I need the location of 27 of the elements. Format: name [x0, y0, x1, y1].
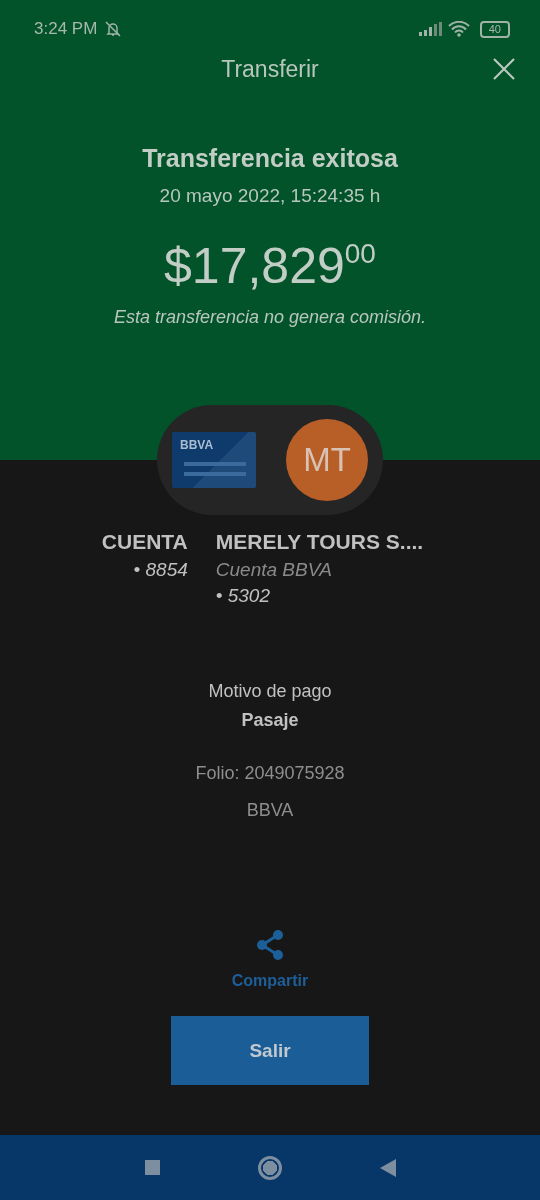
- share-icon[interactable]: [255, 929, 285, 961]
- signal-icon: [417, 22, 442, 36]
- origin-number: • 8854: [133, 558, 188, 582]
- share-link[interactable]: Compartir: [231, 971, 309, 990]
- transfer-date: 20 mayo 2022, 15:24:35 h: [159, 185, 381, 207]
- success-title: Transferencia exitosa: [142, 143, 398, 173]
- exit-button[interactable]: Salir: [171, 1016, 369, 1085]
- card-brand: BBVA: [180, 438, 214, 452]
- origin-name: CUENTA: [101, 529, 188, 555]
- commission-note: Esta transferencia no genera comisión.: [113, 307, 427, 328]
- bank-name: BBVA: [246, 800, 294, 821]
- close-icon[interactable]: [493, 58, 515, 80]
- payment-reason-label: Motivo de pago: [208, 681, 332, 702]
- folio-number: Folio: 2049075928: [195, 763, 345, 784]
- transfer-amount: $17,829$^{00}$: [164, 237, 376, 295]
- header-title: Transferir: [221, 56, 319, 82]
- avatar: MT: [286, 419, 368, 501]
- destination-number: • 5302: [215, 584, 271, 608]
- back-icon[interactable]: [379, 1158, 396, 1177]
- destination-bank: Cuenta BBVA: [215, 558, 333, 582]
- status-time: 3:24 PM: [34, 19, 98, 39]
- battery-level: 40: [479, 20, 510, 38]
- recents-icon[interactable]: [144, 1160, 160, 1175]
- destination-name: MERELY TOURS S....: [215, 529, 424, 555]
- wifi-icon: [447, 21, 470, 37]
- payment-reason: Pasaje: [241, 710, 299, 731]
- home-icon[interactable]: [257, 1155, 282, 1180]
